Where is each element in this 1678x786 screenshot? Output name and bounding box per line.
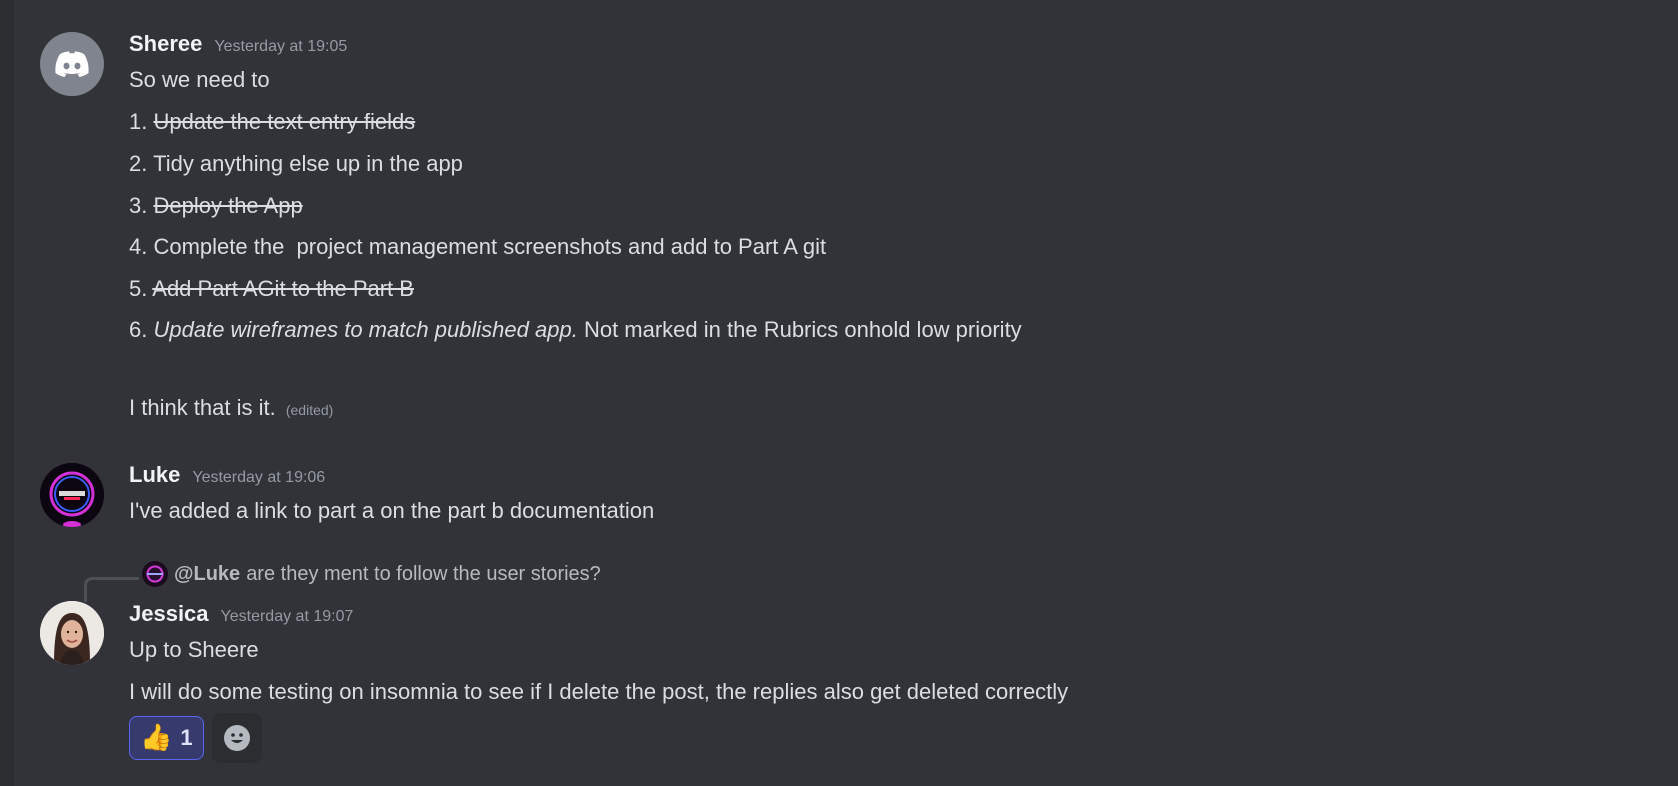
neon-logo-avatar — [40, 463, 104, 527]
list-item: 1. Update the text entry fields — [129, 107, 415, 136]
avatar[interactable] — [40, 32, 104, 96]
message-line: So we need to — [129, 65, 270, 94]
avatar[interactable] — [40, 601, 104, 665]
reply-preview[interactable]: @Luke are they ment to follow the user s… — [142, 561, 601, 587]
message-line: I've added a link to part a on the part … — [129, 496, 654, 525]
strikethrough-text: Add Part AGit to the Part B — [152, 276, 414, 301]
left-rail — [0, 0, 14, 786]
list-number: 5. — [129, 276, 148, 301]
list-number: 2. — [129, 151, 148, 176]
thumbs-up-icon: 👍 — [140, 723, 173, 753]
list-number: 4. — [129, 234, 148, 259]
message-text: So we need to — [129, 67, 270, 92]
reply-text: are they ment to follow the user stories… — [246, 562, 601, 585]
message-header: Sheree Yesterday at 19:05 — [129, 31, 1579, 59]
message-text: I think that is it. — [129, 395, 276, 420]
list-item: 4. Complete the project management scree… — [129, 232, 826, 261]
reply-avatar — [142, 561, 168, 587]
list-number: 6. — [129, 317, 148, 342]
message-line: I think that is it. (edited) — [129, 393, 333, 425]
list-text: Not marked in the Rubrics onhold low pri… — [577, 317, 1022, 342]
photo-avatar — [40, 601, 104, 665]
reactions-bar: 👍 1 — [129, 713, 262, 763]
reaction-count: 1 — [180, 725, 193, 750]
list-number: 1. — [129, 109, 148, 134]
message-text: I've added a link to part a on the part … — [129, 498, 655, 523]
edited-label: (edited) — [285, 402, 334, 418]
italic-text: Update wireframes to match published app… — [153, 317, 578, 342]
list-item: 2. Tidy anything else up in the app — [129, 149, 463, 178]
avatar[interactable] — [40, 463, 104, 527]
username[interactable]: Jessica — [129, 601, 209, 627]
list-item: 3. Deploy the App — [129, 191, 303, 220]
strikethrough-text: Deploy the App — [153, 193, 303, 218]
list-item: 5. Add Part AGit to the Part B — [129, 274, 414, 303]
message-text: I will do some testing on insomnia to se… — [129, 679, 1069, 704]
message-list: Sheree Yesterday at 19:05 So we need to … — [14, 0, 1678, 786]
discord-logo-icon — [55, 51, 89, 77]
list-item: 6. Update wireframes to match published … — [129, 315, 1022, 344]
reply-connector — [84, 577, 139, 602]
message-line: I will do some testing on insomnia to se… — [129, 677, 1068, 706]
message-header: Jessica Yesterday at 19:07 — [129, 601, 1579, 629]
strikethrough-text: Update the text entry fields — [153, 109, 416, 134]
username[interactable]: Luke — [129, 462, 180, 488]
reply-mention[interactable]: @Luke — [174, 563, 240, 586]
smiley-face-icon — [223, 725, 250, 751]
message-header: Luke Yesterday at 19:06 — [129, 462, 1579, 490]
username[interactable]: Sheree — [129, 31, 202, 57]
timestamp[interactable]: Yesterday at 19:05 — [214, 38, 347, 56]
message-line: Up to Sheere — [129, 635, 259, 664]
list-text: Tidy anything else up in the app — [153, 151, 463, 176]
add-reaction-button[interactable] — [211, 713, 262, 763]
reaction-thumbs-up[interactable]: 👍 1 — [129, 716, 204, 760]
list-number: 3. — [129, 193, 148, 218]
list-text: Complete the project management screensh… — [153, 234, 827, 259]
timestamp[interactable]: Yesterday at 19:07 — [221, 608, 354, 626]
timestamp[interactable]: Yesterday at 19:06 — [192, 469, 325, 487]
message-text: Up to Sheere — [129, 637, 259, 662]
